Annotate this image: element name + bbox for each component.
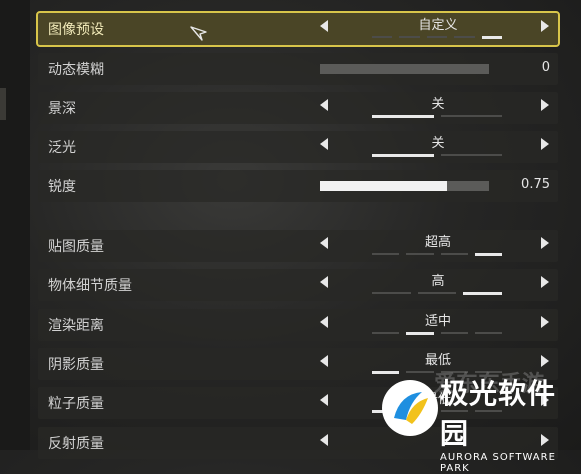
setting-row[interactable]: 锐度 0.75	[38, 170, 558, 202]
setting-row[interactable]: 物体细节质量 高	[38, 269, 558, 301]
level-segment	[426, 36, 448, 38]
arrow-left-icon[interactable]	[320, 394, 328, 406]
setting-label: 动态模糊	[48, 62, 104, 78]
level-segment-active	[474, 253, 502, 256]
watermark: 极光软件园 AURORA SOFTWARE PARK	[440, 372, 581, 474]
slider-value: 0	[541, 60, 550, 75]
level-segment	[440, 332, 468, 334]
setting-label: 景深	[48, 101, 76, 117]
level-indicator	[372, 253, 502, 256]
setting-value: 关	[431, 97, 445, 112]
arrow-left-icon[interactable]	[320, 237, 328, 249]
level-segment	[454, 36, 475, 38]
setting-value: 关	[431, 136, 445, 151]
level-indicator	[372, 292, 503, 295]
setting-value: 自定义	[418, 18, 458, 33]
level-segment	[406, 253, 434, 255]
level-indicator	[372, 115, 502, 118]
level-segment	[399, 36, 420, 38]
setting-row[interactable]: 渲染距离 适中	[38, 309, 558, 341]
watermark-sub-text: AURORA SOFTWARE PARK	[440, 452, 556, 474]
level-segment-active	[463, 292, 503, 295]
level-segment-active	[372, 115, 434, 118]
setting-label: 物体细节质量	[48, 278, 132, 294]
setting-row[interactable]: 图像预设 自定义	[36, 11, 560, 47]
level-segment	[417, 292, 457, 294]
setting-row[interactable]: 贴图质量 超高	[38, 230, 558, 262]
setting-label: 泛光	[48, 140, 76, 156]
slider-fill	[320, 181, 447, 191]
arrow-left-icon[interactable]	[320, 20, 328, 32]
setting-label: 反射质量	[48, 436, 104, 452]
level-indicator	[372, 154, 502, 157]
arrow-right-icon[interactable]	[541, 20, 549, 32]
level-indicator	[372, 332, 502, 335]
slider-track[interactable]	[320, 181, 489, 191]
level-segment-active	[372, 154, 434, 157]
level-segment	[474, 332, 502, 334]
level-segment	[372, 332, 400, 334]
level-segment	[406, 371, 434, 373]
setting-label: 图像预设	[48, 22, 104, 38]
level-segment	[440, 115, 502, 117]
slider-track[interactable]	[320, 64, 489, 74]
level-segment	[372, 36, 393, 38]
level-segment	[372, 292, 411, 294]
arrow-left-icon[interactable]	[320, 276, 328, 288]
setting-value: 超高	[424, 235, 451, 250]
level-segment	[440, 154, 502, 156]
slider-value: 0.75	[521, 177, 550, 192]
mouse-cursor-icon	[190, 26, 207, 41]
setting-label: 贴图质量	[48, 239, 104, 255]
arrow-left-icon[interactable]	[320, 99, 328, 111]
watermark-main-text: 极光软件园	[440, 377, 557, 450]
setting-value: 适中	[424, 314, 451, 329]
level-segment-active	[481, 36, 503, 39]
setting-label: 阴影质量	[48, 357, 104, 373]
level-segment-active	[372, 371, 400, 374]
left-panel-tab	[0, 88, 6, 120]
arrow-left-icon[interactable]	[320, 138, 328, 150]
level-indicator	[372, 36, 503, 39]
arrow-left-icon[interactable]	[320, 355, 328, 367]
arrow-left-icon[interactable]	[320, 316, 328, 328]
arrow-right-icon[interactable]	[541, 237, 549, 249]
setting-row[interactable]: 景深 关	[38, 92, 558, 124]
level-segment-active	[406, 332, 434, 335]
arrow-left-icon[interactable]	[320, 434, 328, 446]
arrow-right-icon[interactable]	[541, 138, 549, 150]
setting-row[interactable]: 泛光 关	[38, 131, 558, 163]
level-segment	[440, 253, 468, 255]
arrow-right-icon[interactable]	[541, 99, 549, 111]
setting-row[interactable]: 动态模糊 0	[38, 53, 558, 85]
arrow-right-icon[interactable]	[541, 316, 549, 328]
setting-label: 渲染距离	[48, 318, 104, 334]
setting-value: 高	[431, 274, 445, 289]
watermark-logo-icon	[382, 380, 438, 436]
level-segment	[372, 253, 400, 255]
left-panel-edge	[0, 0, 30, 450]
arrow-right-icon[interactable]	[541, 276, 549, 288]
setting-label: 锐度	[48, 179, 76, 195]
setting-label: 粒子质量	[48, 396, 104, 412]
